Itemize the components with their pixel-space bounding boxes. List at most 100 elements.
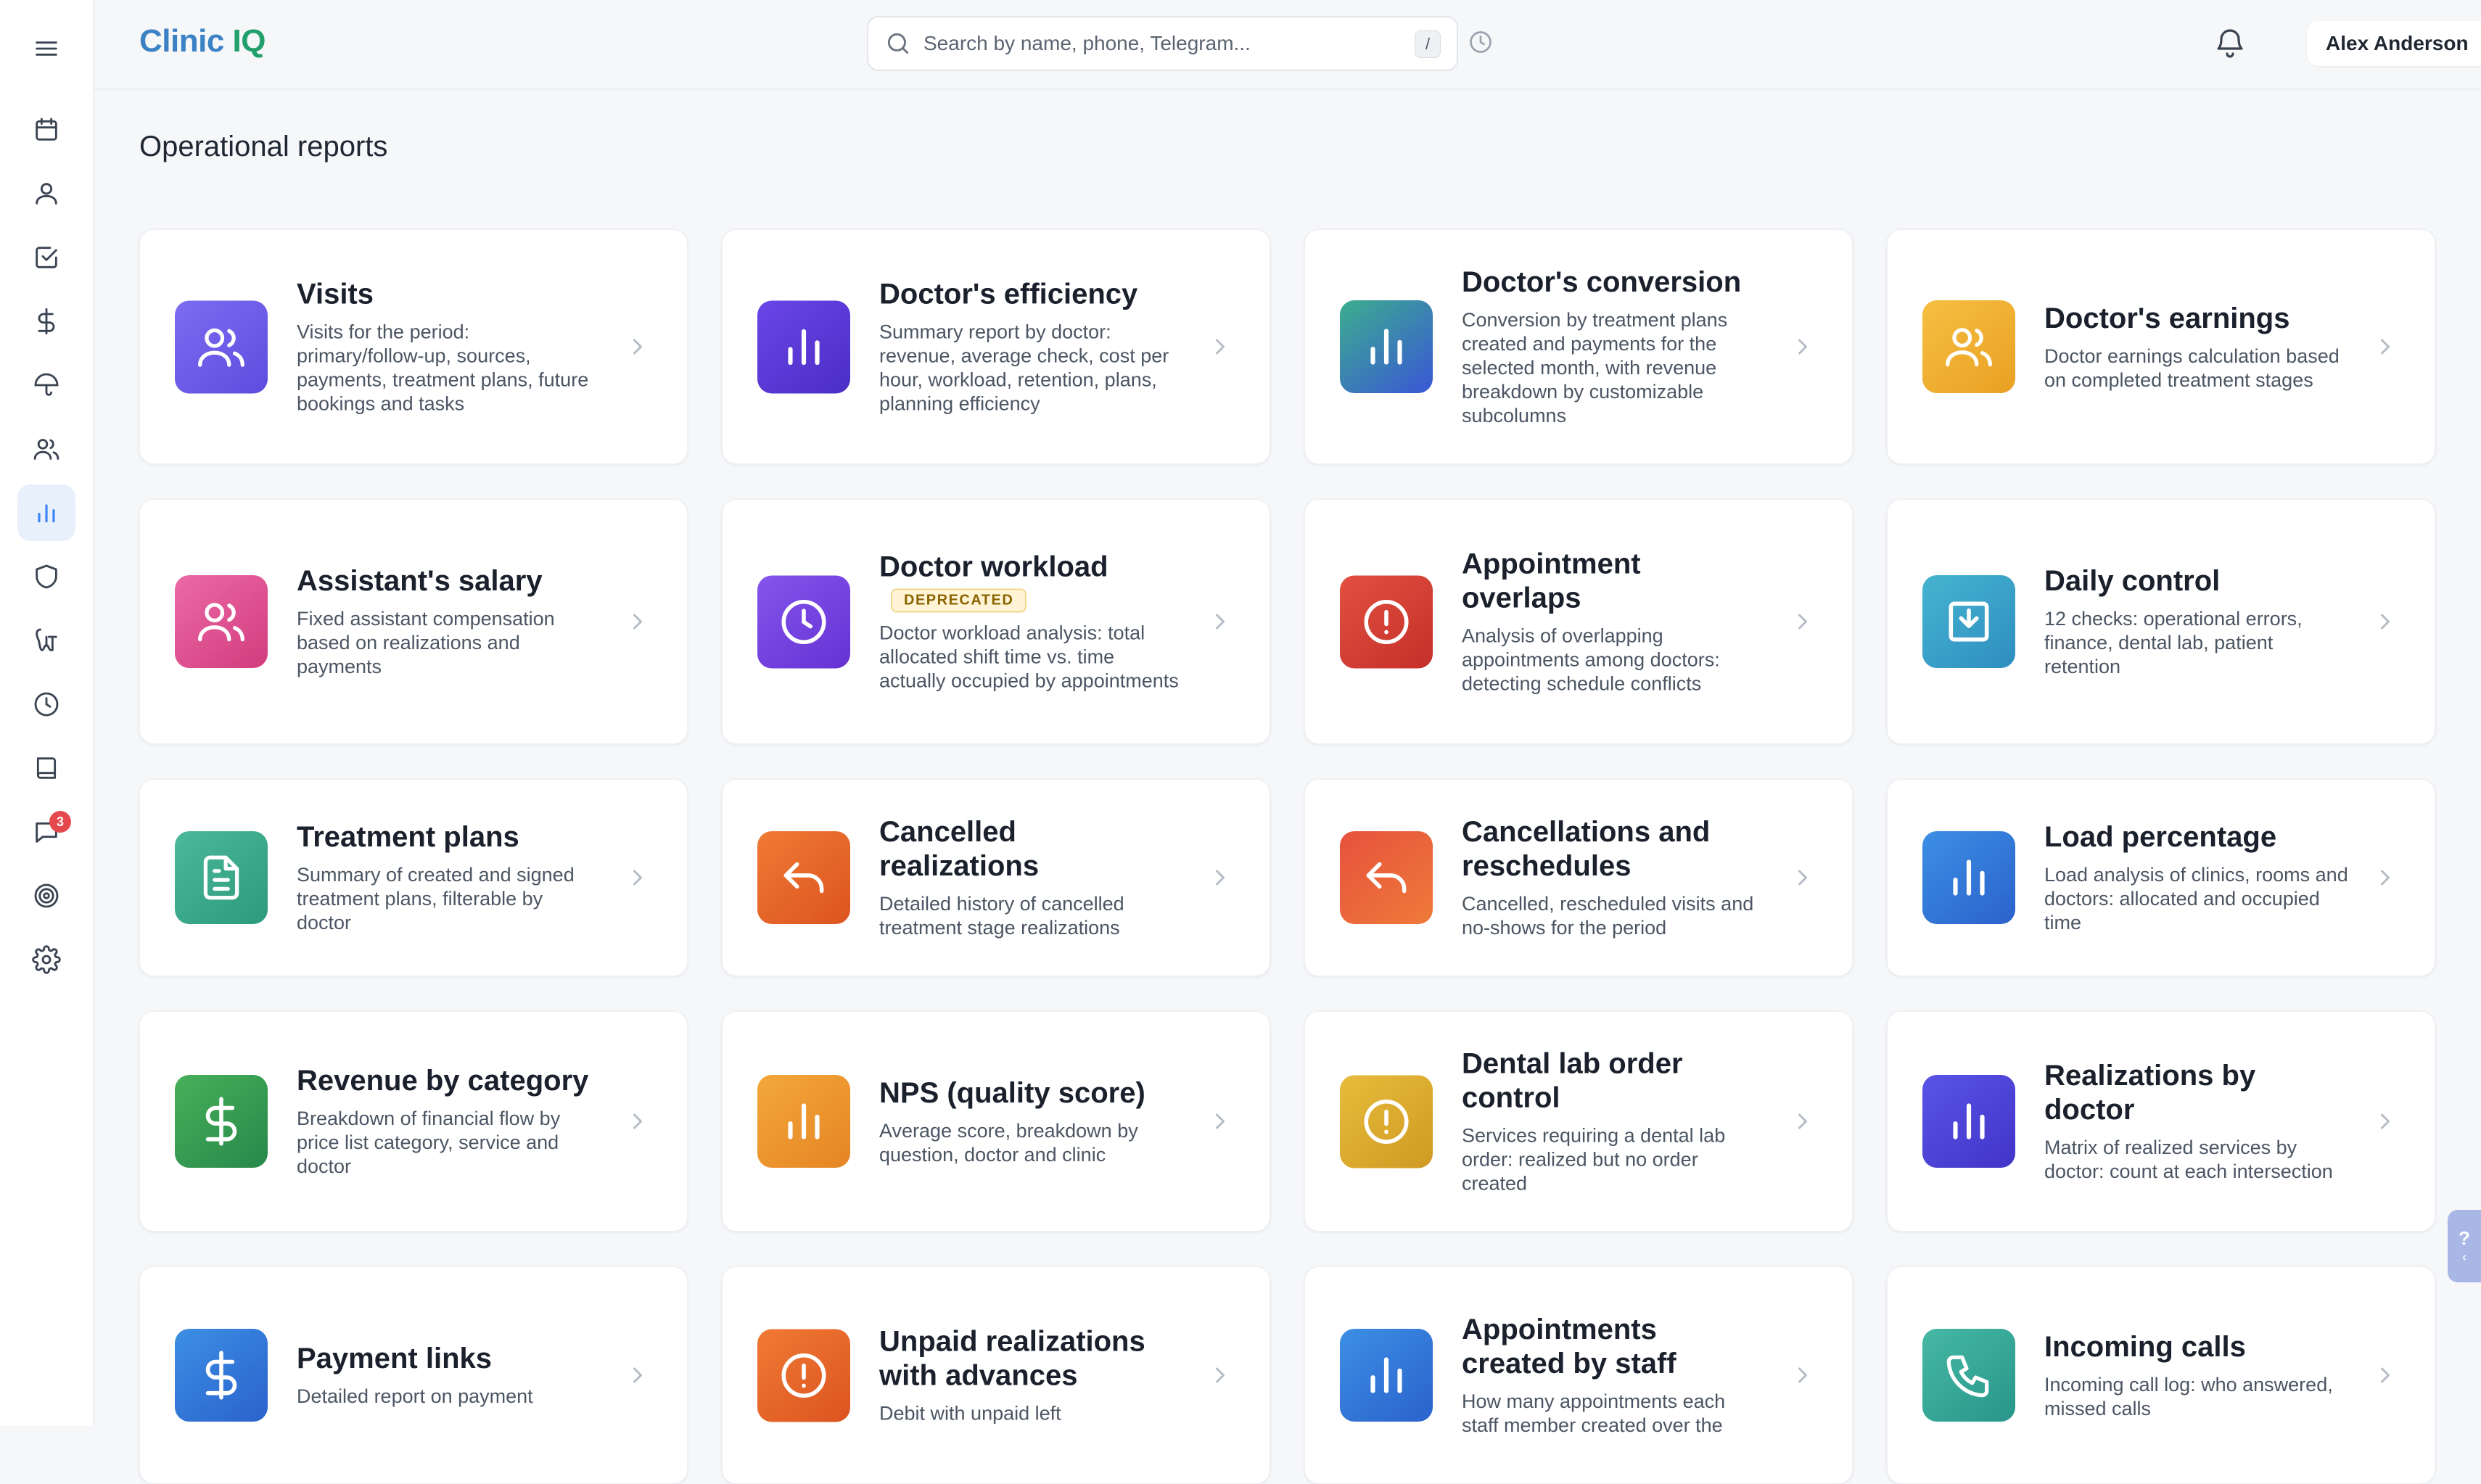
chevron-right-icon	[1216, 1113, 1225, 1129]
report-card-realizations-by-doctor[interactable]: Realizations by doctor Matrix of realized…	[1887, 1011, 2435, 1232]
sidebar-item-patients[interactable]	[17, 165, 75, 222]
card-content: Daily control 12 checks: operational erro…	[1888, 564, 2435, 679]
report-card-assistant-s-salary[interactable]: Assistant's salary Fixed assistant compen…	[139, 499, 688, 744]
sidebar-item-reports[interactable]	[17, 485, 75, 541]
report-tile	[1922, 1329, 2015, 1422]
report-card-incoming-calls[interactable]: Incoming calls Incoming call log: who ans…	[1887, 1266, 2435, 1484]
report-tile	[175, 831, 268, 924]
page-title: Operational reports	[139, 131, 388, 162]
report-title: Payment links	[297, 1343, 493, 1374]
sidebar-item-knowledge-base[interactable]	[17, 740, 75, 796]
report-description: Detailed history of cancelled treatment …	[879, 893, 1124, 939]
dollar-icon	[194, 1095, 248, 1148]
report-card-doctor-s-earnings[interactable]: Doctor's earnings Doctor earnings calcula…	[1887, 229, 2435, 464]
unread-count-badge: 3	[49, 811, 71, 833]
report-card-cancelled-realizations[interactable]: Cancelled realizations Detailed history o…	[722, 779, 1270, 976]
chevron-right-icon	[1216, 1367, 1225, 1383]
card-text: Appointments created by staff How many ap…	[1462, 1313, 1766, 1438]
help-tab[interactable]: ? ‹	[2448, 1210, 2481, 1282]
app-logo[interactable]: Clinic IQ	[139, 23, 266, 59]
card-text: Dental lab order control Services requiri…	[1462, 1047, 1766, 1196]
sidebar: 3	[0, 0, 94, 1426]
report-card-payment-links[interactable]: Payment links Detailed report on payment	[139, 1266, 688, 1484]
menu-toggle-button[interactable]	[17, 20, 75, 77]
sidebar-item-settings[interactable]	[17, 931, 75, 988]
report-card-appointments-created-by-staff[interactable]: Appointments created by staff How many ap…	[1304, 1266, 1853, 1484]
sidebar-item-insurance[interactable]	[17, 357, 75, 413]
sidebar-item-history[interactable]	[17, 676, 75, 733]
recent-history-icon[interactable]	[1468, 29, 1494, 55]
report-card-daily-control[interactable]: Daily control 12 checks: operational erro…	[1887, 499, 2435, 744]
report-title: Appointments created by staff	[1462, 1314, 1676, 1380]
report-title: Cancellations and reschedules	[1462, 816, 1711, 882]
report-title: Visits	[297, 278, 374, 310]
bar-chart-icon	[38, 504, 55, 523]
alert-icon	[777, 1348, 831, 1402]
report-title: Assistant's salary	[297, 565, 543, 597]
logo-text-iq: IQ	[232, 23, 266, 59]
top-header: Clinic IQ / Alex Anderson	[94, 0, 2481, 90]
report-card-doctor-s-conversion[interactable]: Doctor's conversion Conversion by treatme…	[1304, 229, 1853, 464]
report-tile	[175, 300, 268, 393]
sidebar-item-dental[interactable]	[17, 612, 75, 669]
card-content: Appointment overlaps Analysis of overlapp…	[1305, 548, 1852, 696]
card-content: Cancellations and reschedules Cancelled, …	[1305, 815, 1852, 940]
sidebar-item-goals[interactable]	[17, 867, 75, 924]
report-description: Summary report by doctor: revenue, avera…	[879, 321, 1169, 415]
chevron-right-icon	[1798, 1367, 1807, 1383]
report-card-dental-lab-order-control[interactable]: Dental lab order control Services requiri…	[1304, 1011, 1853, 1232]
target-icon	[34, 883, 59, 908]
report-card-nps-quality-score[interactable]: NPS (quality score) Average score, breakd…	[722, 1011, 1270, 1232]
card-text: Cancellations and reschedules Cancelled, …	[1462, 815, 1766, 940]
report-description: Incoming call log: who answered, missed …	[2044, 1373, 2333, 1419]
report-description: Breakdown of financial flow by price lis…	[297, 1108, 561, 1177]
sidebar-item-staff[interactable]	[17, 421, 75, 477]
dollar-icon	[38, 308, 55, 335]
report-card-cancellations-and-reschedules[interactable]: Cancellations and reschedules Cancelled, …	[1304, 779, 1853, 976]
card-content: Doctor workload DEPRECATED Doctor workload…	[723, 551, 1270, 693]
chevron-right-icon	[2381, 339, 2390, 355]
report-card-load-percentage[interactable]: Load percentage Load analysis of clinics,…	[1887, 779, 2435, 976]
report-card-appointment-overlaps[interactable]: Appointment overlaps Analysis of overlapp…	[1304, 499, 1853, 744]
umbrella-icon	[34, 373, 59, 396]
chevron-right-icon	[1798, 870, 1807, 886]
report-title: NPS (quality score)	[879, 1076, 1145, 1109]
report-tile	[175, 575, 268, 668]
card-content: Load percentage Load analysis of clinics,…	[1888, 820, 2435, 935]
card-content: Incoming calls Incoming call log: who ans…	[1888, 1329, 2435, 1422]
chevron-right-icon	[2381, 614, 2390, 630]
card-text: Doctor's conversion Conversion by treatme…	[1462, 265, 1766, 428]
report-card-visits[interactable]: Visits Visits for the period: primary/fol…	[139, 229, 688, 464]
user-menu-button[interactable]: Alex Anderson	[2307, 21, 2481, 66]
sidebar-item-tasks[interactable]	[17, 229, 75, 286]
search-input[interactable]	[923, 32, 1395, 55]
report-tile	[1922, 831, 2015, 924]
chevron-right-icon	[2381, 1367, 2390, 1383]
card-content: NPS (quality score) Average score, breakd…	[723, 1075, 1270, 1168]
report-card-doctor-s-efficiency[interactable]: Doctor's efficiency Summary report by doc…	[722, 229, 1270, 464]
help-question-icon: ?	[2459, 1227, 2470, 1249]
card-content: Payment links Detailed report on payment	[140, 1329, 687, 1422]
chevron-right-icon	[633, 1113, 642, 1129]
card-text: Visits Visits for the period: primary/fol…	[297, 278, 601, 416]
dollar-icon	[194, 1348, 248, 1402]
alert-icon	[1359, 595, 1413, 648]
report-card-treatment-plans[interactable]: Treatment plans Summary of created and si…	[139, 779, 688, 976]
notifications-bell-icon[interactable]	[2213, 26, 2247, 61]
report-card-revenue-by-category[interactable]: Revenue by category Breakdown of financia…	[139, 1011, 688, 1232]
global-search[interactable]: /	[867, 16, 1458, 71]
calendar-icon	[36, 118, 57, 141]
card-text: Incoming calls Incoming call log: who ans…	[2044, 1330, 2349, 1421]
report-title: Daily control	[2044, 565, 2221, 597]
sidebar-item-calendar[interactable]	[17, 102, 75, 158]
report-card-doctor-workload[interactable]: Doctor workload DEPRECATED Doctor workload…	[722, 499, 1270, 744]
report-title: Appointment overlaps	[1462, 548, 1641, 614]
report-description: Doctor workload analysis: total allocate…	[879, 622, 1179, 692]
sidebar-item-security[interactable]	[17, 548, 75, 605]
sidebar-item-messages[interactable]: 3	[17, 804, 75, 860]
report-card-unpaid-realizations-with-advances[interactable]: Unpaid realizations with advances Debit w…	[722, 1266, 1270, 1484]
report-tile	[1340, 300, 1433, 393]
chevron-left-icon: ‹	[2462, 1250, 2466, 1264]
sidebar-item-finance[interactable]	[17, 293, 75, 350]
card-content: Unpaid realizations with advances Debit w…	[723, 1325, 1270, 1426]
